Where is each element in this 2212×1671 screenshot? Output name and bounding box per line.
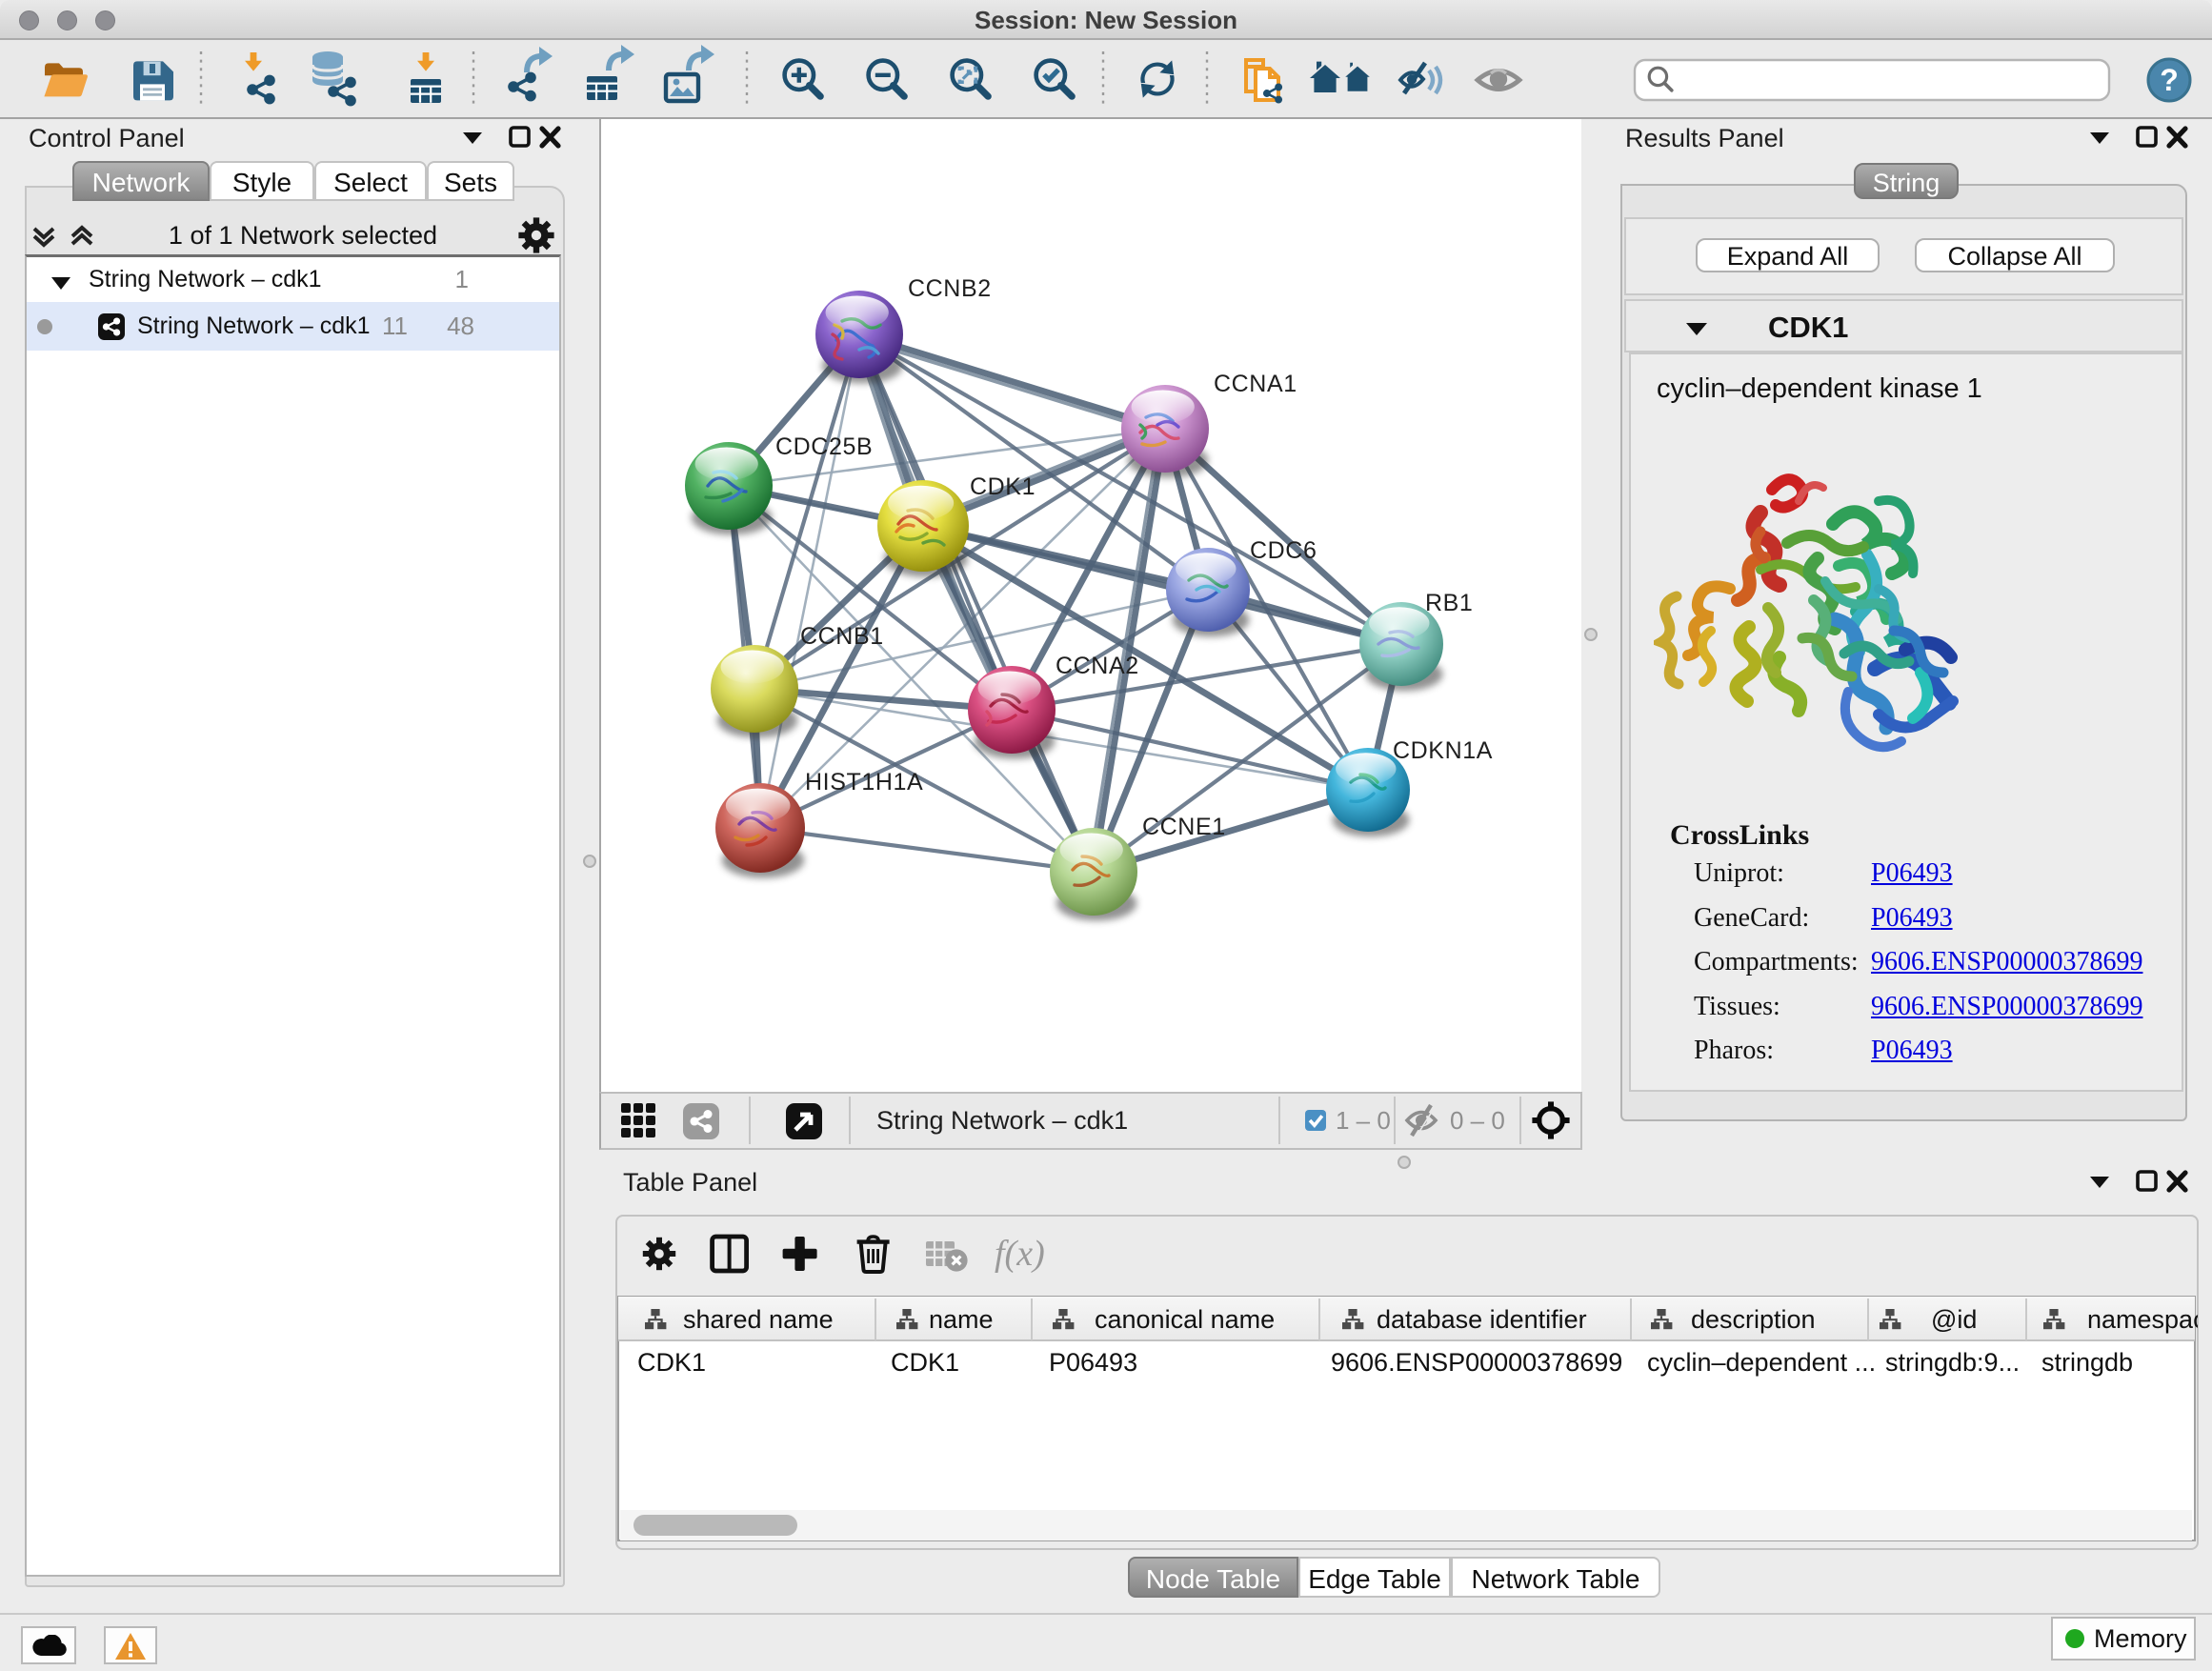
svg-text:CCNA1: CCNA1 xyxy=(1214,371,1297,397)
svg-text:0 – 0: 0 – 0 xyxy=(1450,1106,1505,1135)
svg-text:CCNE1: CCNE1 xyxy=(1142,814,1226,840)
svg-text:cyclin–dependent ...: cyclin–dependent ... xyxy=(1647,1348,1876,1377)
svg-text:CDK1: CDK1 xyxy=(891,1348,959,1377)
svg-text:P06493: P06493 xyxy=(1049,1348,1137,1377)
svg-text:CDC25B: CDC25B xyxy=(775,433,873,460)
svg-text:description: description xyxy=(1691,1305,1816,1334)
svg-text:CDC6: CDC6 xyxy=(1250,537,1317,564)
svg-text:9606.ENSP00000378699: 9606.ENSP00000378699 xyxy=(1331,1348,1622,1377)
svg-text:name: name xyxy=(929,1305,994,1334)
svg-text:CCNA2: CCNA2 xyxy=(1056,653,1139,679)
svg-text:CDK1: CDK1 xyxy=(637,1348,706,1377)
svg-text:?: ? xyxy=(2160,63,2179,97)
svg-text:@id: @id xyxy=(1931,1305,1977,1334)
svg-text:canonical name: canonical name xyxy=(1095,1305,1275,1334)
svg-text:stringdb:9...: stringdb:9... xyxy=(1885,1348,2020,1377)
svg-text:CDKN1A: CDKN1A xyxy=(1393,737,1493,764)
svg-text:RB1: RB1 xyxy=(1425,590,1473,616)
svg-text:HIST1H1A: HIST1H1A xyxy=(805,769,923,795)
svg-text:String Network – cdk1: String Network – cdk1 xyxy=(876,1106,1128,1135)
svg-text:CDK1: CDK1 xyxy=(970,473,1036,500)
svg-text:shared name: shared name xyxy=(683,1305,834,1334)
svg-text:f(x): f(x) xyxy=(995,1234,1045,1274)
svg-text:stringdb: stringdb xyxy=(2041,1348,2133,1377)
svg-text:1 – 0: 1 – 0 xyxy=(1336,1106,1391,1135)
svg-text:CCNB2: CCNB2 xyxy=(908,275,992,302)
svg-text:namespac: namespac xyxy=(2087,1305,2198,1334)
svg-text:database identifier: database identifier xyxy=(1377,1305,1587,1334)
svg-text:CCNB1: CCNB1 xyxy=(800,623,884,650)
